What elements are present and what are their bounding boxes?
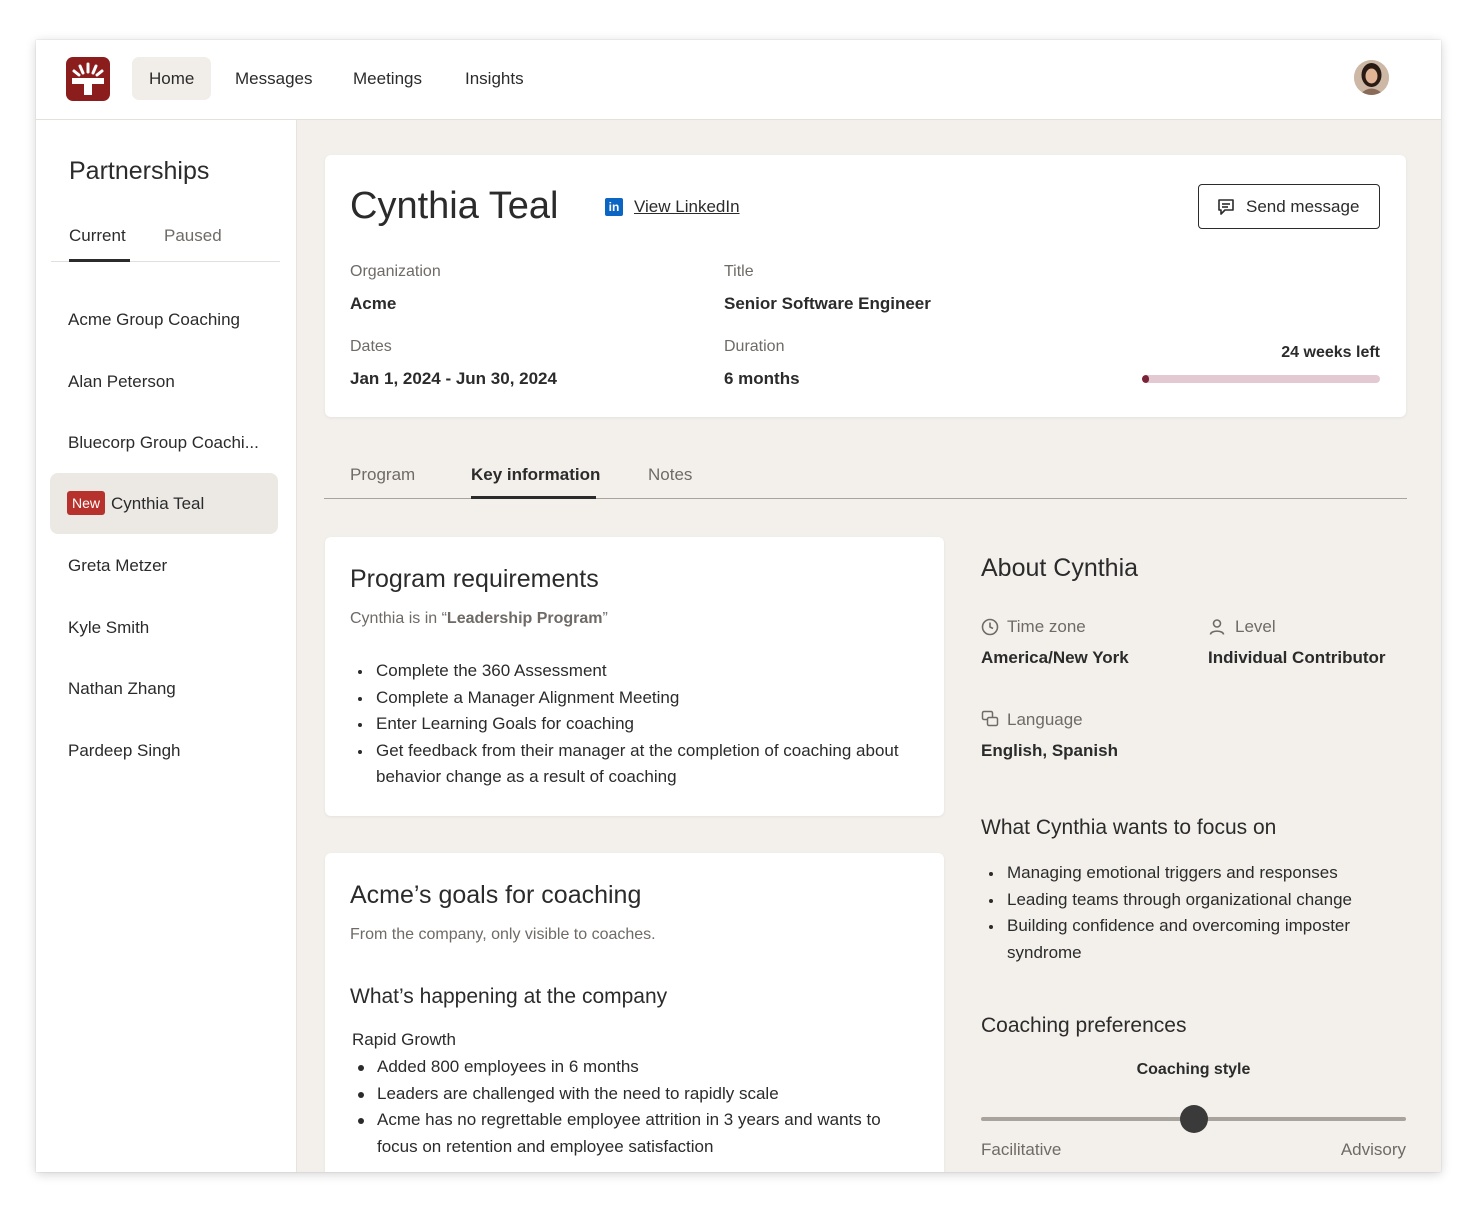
nav-meetings[interactable]: Meetings: [336, 57, 439, 100]
linkedin-icon[interactable]: in: [605, 198, 623, 216]
sidebar-item-label: Greta Metzer: [68, 556, 168, 575]
send-message-label: Send message: [1246, 197, 1360, 216]
company-goals-card: Acme’s goals for coaching From the compa…: [325, 853, 944, 1172]
top-nav: Home Messages Meetings Insights: [36, 40, 1441, 120]
program-intro-prefix: Cynthia is in “: [350, 610, 447, 627]
sidebar-item-label: Kyle Smith: [68, 618, 150, 637]
dates-value: Jan 1, 2024 - Jun 30, 2024: [350, 369, 557, 388]
coaching-preferences-title: Coaching preferences: [981, 1014, 1187, 1037]
list-item: Leading teams through organizational cha…: [981, 887, 1401, 914]
weeks-left-text: 24 weeks left: [1281, 344, 1380, 361]
timezone-value: America/New York: [981, 648, 1129, 667]
partnerships-sidebar: Partnerships Current Paused Acme Group C…: [36, 120, 297, 1172]
slider-max-label: Advisory: [1340, 1140, 1406, 1159]
list-item: Building confidence and overcoming impos…: [981, 913, 1401, 966]
sidebar-title: Partnerships: [69, 157, 210, 185]
sidebar-item-alan-peterson[interactable]: Alan Peterson: [50, 351, 278, 412]
profile-card: Cynthia Teal in View LinkedIn Send messa…: [325, 155, 1406, 417]
requirements-list: Complete the 360 Assessment Complete a M…: [350, 658, 925, 791]
sidebar-item-cynthia-teal[interactable]: New Cynthia Teal: [50, 473, 278, 534]
title-value: Senior Software Engineer: [724, 294, 931, 313]
company-section-title: What’s happening at the company: [350, 985, 668, 1008]
tab-key-information[interactable]: Key information: [471, 465, 600, 485]
list-item: Enter Learning Goals for coaching: [350, 711, 925, 738]
send-message-button[interactable]: Send message: [1198, 184, 1380, 229]
program-intro-suffix: ”: [602, 610, 608, 627]
level-value: Individual Contributor: [1208, 648, 1386, 667]
about-title: About Cynthia: [981, 554, 1139, 582]
tab-paused[interactable]: Paused: [164, 226, 222, 246]
organization-label: Organization: [350, 263, 441, 280]
sidebar-item-bluecorp-group-coaching[interactable]: Bluecorp Group Coachi...: [50, 412, 278, 473]
language-label: Language: [1007, 710, 1083, 729]
list-item: Complete the 360 Assessment: [350, 658, 925, 685]
sidebar-item-kyle-smith[interactable]: Kyle Smith: [50, 597, 278, 658]
company-goals-subtitle: From the company, only visible to coache…: [350, 926, 656, 943]
nav-messages[interactable]: Messages: [218, 57, 329, 100]
sidebar-item-label: Alan Peterson: [68, 372, 175, 391]
coaching-style-slider-thumb[interactable]: [1179, 1105, 1208, 1133]
slider-min-label: Facilitative: [981, 1140, 1062, 1159]
list-item: Get feedback from their manager at the c…: [350, 738, 925, 791]
tab-notes[interactable]: Notes: [648, 465, 692, 485]
nav-home[interactable]: Home: [132, 57, 212, 100]
new-badge: New: [67, 490, 106, 515]
list-item: Managing emotional triggers and response…: [981, 860, 1401, 887]
sidebar-item-pardeep-singh[interactable]: Pardeep Singh: [50, 720, 278, 781]
sidebar-item-label: Nathan Zhang: [68, 679, 176, 698]
dates-label: Dates: [350, 338, 392, 355]
user-avatar[interactable]: [1354, 60, 1389, 95]
sidebar-item-acme-group-coaching[interactable]: Acme Group Coaching: [50, 289, 278, 350]
organization-value: Acme: [350, 294, 397, 313]
sidebar-item-greta-metzer[interactable]: Greta Metzer: [50, 535, 278, 596]
profile-name: Cynthia Teal: [350, 185, 559, 227]
program-intro: Cynthia is in “Leadership Program”: [350, 610, 608, 628]
duration-value: 6 months: [724, 369, 800, 388]
list-item: Added 800 employees in 6 months: [351, 1054, 921, 1081]
sidebar-item-label: Bluecorp Group Coachi...: [68, 433, 259, 452]
language-value: English, Spanish: [981, 741, 1118, 760]
title-label: Title: [724, 263, 754, 280]
app-window: Home Messages Meetings Insights Partners…: [36, 40, 1441, 1172]
view-linkedin-link[interactable]: View LinkedIn: [634, 197, 740, 217]
language-icon: [981, 710, 999, 728]
sidebar-item-label: Pardeep Singh: [68, 741, 181, 760]
timezone-label: Time zone: [1007, 617, 1086, 636]
level-label: Level: [1235, 617, 1276, 636]
focus-title: What Cynthia wants to focus on: [981, 816, 1277, 839]
brand-logo-icon[interactable]: [66, 57, 110, 101]
duration-label: Duration: [724, 338, 785, 355]
active-tab-indicator: [471, 496, 596, 499]
clock-icon: [981, 618, 999, 636]
person-icon: [1208, 618, 1226, 636]
sidebar-item-label: Cynthia Teal: [111, 494, 205, 513]
coaching-style-label: Coaching style: [1136, 1061, 1251, 1078]
progress-fill: [1142, 375, 1150, 383]
nav-insights[interactable]: Insights: [448, 57, 541, 100]
list-item: Leaders are challenged with the need to …: [351, 1081, 921, 1108]
sidebar-item-nathan-zhang[interactable]: Nathan Zhang: [50, 658, 278, 719]
company-goals-title: Acme’s goals for coaching: [350, 881, 642, 909]
list-item: Complete a Manager Alignment Meeting: [350, 685, 925, 712]
program-requirements-card: Program requirements Cynthia is in “Lead…: [325, 537, 944, 816]
tab-program[interactable]: Program: [350, 465, 415, 485]
list-item: Acme has no regrettable employee attriti…: [351, 1107, 921, 1160]
program-requirements-title: Program requirements: [350, 565, 599, 593]
focus-list: Managing emotional triggers and response…: [981, 860, 1401, 966]
program-name: Leadership Program: [446, 610, 603, 627]
duration-progress-bar: [1142, 375, 1380, 383]
tab-current[interactable]: Current: [69, 226, 126, 246]
active-tab-indicator: [69, 259, 130, 262]
sidebar-item-label: Acme Group Coaching: [68, 310, 240, 329]
goals-list: Added 800 employees in 6 months Leaders …: [351, 1054, 921, 1160]
chat-icon: [1216, 197, 1236, 222]
group-label: Rapid Growth: [352, 1030, 456, 1049]
